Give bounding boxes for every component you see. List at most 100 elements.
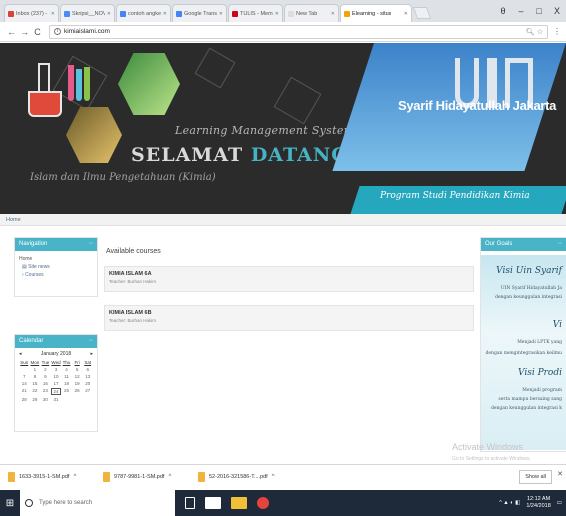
block-controls-icon[interactable]: ◦◦ <box>558 241 562 248</box>
taskbar-clock[interactable]: 12:12 AM 1/24/2018 <box>526 496 550 510</box>
show-all-button[interactable]: Show all <box>519 470 552 484</box>
course-name[interactable]: KIMIA ISLAM 6B <box>109 310 469 316</box>
calendar-day[interactable]: 23 <box>40 388 51 395</box>
calendar-day[interactable]: 27 <box>82 388 93 395</box>
close-window-button[interactable]: X <box>548 6 566 16</box>
notification-icon[interactable]: ▭ <box>557 500 562 506</box>
browser-tab[interactable]: Skripsi__NOVI ✕ <box>60 4 115 22</box>
calendar-day[interactable]: 30 <box>40 397 51 402</box>
zoom-icon[interactable]: 🔍︎ ☆ <box>526 28 543 36</box>
menu-icon[interactable]: ⋮ <box>553 27 561 36</box>
chevron-up-icon[interactable]: ^ <box>168 474 171 480</box>
calendar-day[interactable]: 2 <box>40 367 51 372</box>
profile-icon[interactable]: θ <box>494 6 512 16</box>
calendar-day[interactable]: 1 <box>30 367 41 372</box>
calendar-day[interactable]: 12 <box>72 374 83 379</box>
calendar-day[interactable]: 22 <box>30 388 41 395</box>
calendar-day[interactable]: 5 <box>72 367 83 372</box>
course-item[interactable]: KIMIA ISLAM 6B Teacher: Burhan Hakim <box>104 305 474 331</box>
calendar-day[interactable]: 15 <box>30 381 41 386</box>
close-tab-icon[interactable]: ✕ <box>161 11 167 17</box>
calendar-day[interactable]: 6 <box>82 367 93 372</box>
chevron-up-icon[interactable]: ^ <box>73 474 76 480</box>
task-view-icon[interactable] <box>185 497 195 509</box>
favicon-icon <box>176 10 182 17</box>
close-download-bar-icon[interactable]: ✕ <box>557 470 563 478</box>
folder-icon[interactable] <box>231 497 247 509</box>
tray-icons[interactable]: ^ ▲ ◐ ◧ <box>499 500 520 506</box>
calendar-day[interactable]: 9 <box>40 374 51 379</box>
calendar-day <box>82 397 93 402</box>
reload-icon[interactable]: C <box>31 27 44 37</box>
calendar-day[interactable]: 28 <box>19 397 30 402</box>
chrome-icon[interactable] <box>257 497 269 509</box>
nav-item-home[interactable]: Home <box>19 255 93 263</box>
navigation-block: Navigation ◦◦ Home ▤ Site news › Courses <box>14 237 98 297</box>
calendar-day[interactable]: 18 <box>61 381 72 386</box>
close-tab-icon[interactable]: ✕ <box>329 11 335 17</box>
calendar-day[interactable]: 4 <box>61 367 72 372</box>
calendar-month-nav: ◂ January 2018 ▸ <box>15 348 97 360</box>
info-icon[interactable]: i <box>54 28 61 35</box>
url-input[interactable]: i kimiaislami.com 🔍︎ ☆ <box>49 24 548 39</box>
calendar-header: Calendar ◦◦ <box>15 335 97 348</box>
close-tab-icon[interactable]: ✕ <box>273 11 279 17</box>
course-item[interactable]: KIMIA ISLAM 6A Teacher: Burhan Hakim <box>104 266 474 292</box>
browser-tab[interactable]: TULIS - Mem ✕ <box>228 4 283 22</box>
windows-start-icon[interactable]: ⊞ <box>0 498 20 509</box>
download-bar: 1633-3915-1-SM.pdf ^ 9787-9981-1-SM.pdf ^ … <box>0 464 566 489</box>
new-tab-button[interactable] <box>412 7 432 19</box>
back-arrow-icon[interactable]: ← <box>5 27 18 37</box>
breadcrumb-home-link[interactable]: Home <box>6 217 21 223</box>
taskbar-search-input[interactable]: Type here to search <box>20 490 175 516</box>
close-tab-icon[interactable]: ✕ <box>105 11 111 17</box>
calendar-day[interactable]: 29 <box>30 397 41 402</box>
calendar-day[interactable]: 20 <box>82 381 93 386</box>
activate-windows-hint: Go to Settings to activate Windows. <box>452 456 531 462</box>
block-controls-icon[interactable]: ◦◦ <box>89 241 93 248</box>
calendar-day-name: Wed <box>51 360 61 365</box>
course-name[interactable]: KIMIA ISLAM 6A <box>109 271 469 277</box>
next-month-icon[interactable]: ▸ <box>90 351 93 357</box>
store-icon[interactable] <box>205 497 221 509</box>
browser-tab[interactable]: Google Translate✕ <box>172 4 227 22</box>
forward-arrow-icon[interactable]: → <box>18 27 31 37</box>
close-tab-icon[interactable]: ✕ <box>402 11 408 17</box>
browser-tab[interactable]: contoh angket w✕ <box>116 4 171 22</box>
prev-month-icon[interactable]: ◂ <box>19 351 22 357</box>
calendar-day[interactable]: 21 <box>19 388 30 395</box>
calendar-day[interactable]: 19 <box>72 381 83 386</box>
calendar-day[interactable]: 10 <box>51 374 62 379</box>
calendar-day[interactable]: 24 <box>50 388 62 395</box>
nav-item-site-news[interactable]: ▤ Site news <box>19 263 93 271</box>
calendar-day-name: Sat <box>84 360 92 365</box>
download-item[interactable]: 9787-9981-1-SM.pdf ^ <box>103 472 198 482</box>
calendar-day[interactable]: 31 <box>51 397 62 402</box>
calendar-day[interactable]: 8 <box>30 374 41 379</box>
block-controls-icon[interactable]: ◦◦ <box>89 338 93 345</box>
browser-tab[interactable]: Inbox (237) - ari✕ <box>4 4 59 22</box>
navigation-header: Navigation ◦◦ <box>15 238 97 251</box>
download-item[interactable]: 52-2016-321586-T....pdf ^ <box>198 472 293 482</box>
calendar-day[interactable]: 7 <box>19 374 30 379</box>
maximize-button[interactable]: □ <box>530 6 548 16</box>
browser-tab-active[interactable]: Elearning - situs ✕ <box>340 4 412 22</box>
calendar-day[interactable]: 25 <box>61 388 72 395</box>
window-controls: θ – □ X <box>494 0 566 22</box>
calendar-day[interactable]: 16 <box>40 381 51 386</box>
calendar-day[interactable]: 11 <box>61 374 72 379</box>
browser-tab[interactable]: New Tab ✕ <box>284 4 339 22</box>
calendar-day[interactable]: 17 <box>51 381 62 386</box>
minimize-button[interactable]: – <box>512 6 530 16</box>
calendar-day <box>19 367 30 372</box>
close-tab-icon[interactable]: ✕ <box>217 11 223 17</box>
calendar-day[interactable]: 13 <box>82 374 93 379</box>
calendar-day[interactable]: 26 <box>72 388 83 395</box>
calendar-day[interactable]: 3 <box>51 367 62 372</box>
download-item[interactable]: 1633-3915-1-SM.pdf ^ <box>8 472 103 482</box>
chevron-up-icon[interactable]: ^ <box>272 474 275 480</box>
nav-item-courses[interactable]: › Courses <box>19 271 93 279</box>
calendar-day[interactable]: 14 <box>19 381 30 386</box>
lms-title: Learning Management System <box>175 124 355 137</box>
close-tab-icon[interactable]: ✕ <box>49 11 55 17</box>
